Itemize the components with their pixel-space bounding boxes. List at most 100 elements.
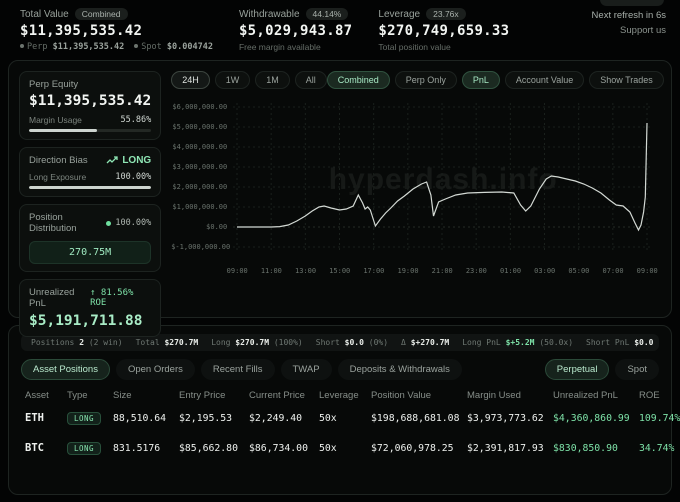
tab-twap[interactable]: TWAP: [280, 359, 332, 380]
tab-deposits-withdrawals[interactable]: Deposits & Withdrawals: [337, 359, 462, 380]
cell-margin-used: $3,973,773.62: [467, 412, 544, 424]
direction-bias-label: Direction Bias: [29, 155, 88, 166]
total-value-stat: Total Value Combined $11,395,535.42 Perp…: [20, 8, 213, 52]
summary-positions: Positions 2 (2 win): [31, 338, 123, 347]
cell-entry-price: $2,195.53: [179, 412, 233, 424]
perp-equity-card: Perp Equity $11,395,535.42 Margin Usage …: [19, 71, 162, 140]
perp-subvalue: Perp $11,395,535.42: [20, 42, 124, 52]
withdrawable-stat: Withdrawable 44.14% $5,029,943.87 Free m…: [239, 8, 352, 52]
chart-section: 24H 1W 1M All Combined Perp Only PnL Acc…: [171, 71, 664, 307]
combined-badge[interactable]: Combined: [74, 8, 128, 20]
topbar-partial-button[interactable]: [600, 0, 664, 6]
header-size: Size: [113, 390, 132, 401]
y-axis-label: $1,000,000.00: [172, 202, 228, 211]
cell-entry-price: $85,662.80: [179, 442, 238, 454]
cell-current-price: $86,734.00: [249, 442, 308, 454]
total-value-label: Total Value: [20, 8, 69, 20]
distribution-pct: 100.00%: [115, 218, 152, 228]
table-header-row: Asset Type Size Entry Price Current Pric…: [21, 390, 660, 403]
direction-bias-card: Direction Bias LONG Long Exposure 100.00…: [19, 147, 162, 197]
unrealized-pnl-card: Unrealized PnL ↑ 81.56% ROE $5,191,711.8…: [19, 279, 162, 337]
withdrawable-label: Withdrawable: [238, 8, 300, 20]
leverage-sub: Total position value: [378, 42, 451, 52]
x-axis-label: 03:00: [534, 267, 556, 275]
leverage-stat: Leverage 23.76x $270,749,659.33 Total po…: [378, 8, 509, 52]
cell-asset: BTC: [25, 442, 44, 454]
header-roe: ROE: [639, 390, 660, 401]
cell-current-price: $2,249.40: [249, 412, 303, 424]
show-trades-button[interactable]: Show Trades: [589, 71, 664, 89]
table-row-btc[interactable]: BTC LONG 831.5176 $85,662.80 $86,734.00 …: [21, 433, 674, 463]
mode-button-perp-only[interactable]: Perp Only: [394, 71, 457, 89]
support-us-link[interactable]: Support us: [592, 25, 666, 36]
x-axis-label: 05:00: [568, 267, 590, 275]
x-axis-label: 15:00: [329, 267, 351, 275]
direction-bias-value: LONG: [122, 155, 152, 166]
withdrawable-value: $5,029,943.87: [238, 23, 353, 39]
refresh-countdown: Next refresh in 6s: [591, 10, 666, 21]
summary-total: Total $270.7M: [135, 338, 199, 347]
cell-margin-used: $2,391,817.93: [467, 442, 544, 454]
perp-equity-label: Perp Equity: [29, 79, 79, 90]
positions-panel: Positions 2 (2 win) Total $270.7M Long $…: [8, 325, 680, 495]
x-axis-label: 17:00: [363, 267, 385, 275]
header-entry-price: Entry Price: [179, 390, 226, 401]
mode-button-combined[interactable]: Combined: [326, 71, 390, 89]
margin-usage-label: Margin Usage: [29, 115, 82, 125]
leverage-value: $270,749,659.33: [378, 23, 510, 39]
x-axis-label: 19:00: [397, 267, 419, 275]
y-axis-label: $4,000,000.00: [172, 142, 228, 151]
header-margin-used: Margin Used: [467, 390, 521, 401]
leverage-label: Leverage: [378, 8, 421, 20]
header-asset: Asset: [25, 390, 49, 401]
margin-usage-value: 55.86%: [120, 115, 152, 125]
hyperdash-dashboard: Total Value Combined $11,395,535.42 Perp…: [0, 0, 680, 502]
cell-leverage: 50x: [319, 442, 337, 454]
pnl-line-chart[interactable]: hyperdash.info $6,000,000.00 $5,000,000.0…: [171, 93, 664, 307]
tab-open-orders[interactable]: Open Orders: [115, 359, 195, 380]
position-distribution-card: Position Distribution 100.00% 270.75M: [19, 204, 162, 272]
header-position-value: Position Value: [371, 390, 432, 401]
long-badge: LONG: [67, 411, 102, 425]
market-button-perpetual[interactable]: Perpetual: [544, 359, 610, 380]
distribution-amount-box[interactable]: 270.75M: [29, 241, 152, 264]
x-axis-label: 07:00: [602, 267, 624, 275]
tab-asset-positions[interactable]: Asset Positions: [21, 359, 110, 380]
trend-up-icon: [106, 156, 118, 164]
header-current-price: Current Price: [249, 390, 305, 401]
long-badge: LONG: [67, 441, 102, 455]
header-leverage: Leverage: [319, 390, 359, 401]
chart-toolbar: 24H 1W 1M All Combined Perp Only PnL Acc…: [171, 71, 664, 89]
table-row-eth[interactable]: ETH LONG 88,510.64 $2,195.53 $2,249.40 5…: [21, 403, 680, 433]
cell-unrealized-pnl: $830,850.90: [553, 442, 618, 454]
header-type: Type: [67, 390, 88, 401]
perp-equity-value: $11,395,535.42: [29, 93, 152, 109]
leverage-badge: 23.76x: [426, 8, 466, 20]
spot-subvalue: Spot $0.004742: [134, 42, 213, 52]
long-exposure-label: Long Exposure: [29, 172, 87, 182]
range-button-all[interactable]: All: [294, 71, 327, 89]
positions-table: Asset Type Size Entry Price Current Pric…: [21, 390, 680, 463]
cell-position-value: $72,060,978.25: [371, 442, 454, 454]
cell-unrealized-pnl: $4,360,860.99: [553, 412, 630, 424]
stats-sidebar: Perp Equity $11,395,535.42 Margin Usage …: [19, 71, 162, 337]
header-unrealized-pnl: Unrealized PnL: [553, 390, 618, 401]
y-axis-label: $0.00: [206, 222, 228, 231]
range-button-24h[interactable]: 24H: [171, 71, 210, 89]
cell-asset: ETH: [25, 412, 44, 424]
range-button-1m[interactable]: 1M: [255, 71, 290, 89]
mode-button-account-value[interactable]: Account Value: [504, 71, 585, 89]
tab-recent-fills[interactable]: Recent Fills: [200, 359, 275, 380]
withdrawable-pct-badge: 44.14%: [305, 8, 349, 20]
summary-long-pnl: Long PnL $+5.2M (50.0x): [462, 338, 574, 347]
mode-button-pnl[interactable]: PnL: [461, 71, 500, 89]
range-button-1w[interactable]: 1W: [214, 71, 251, 89]
market-button-spot[interactable]: Spot: [615, 359, 659, 380]
y-axis-label: $2,000,000.00: [172, 182, 228, 191]
cell-size: 88,510.64: [113, 412, 167, 424]
y-axis-label: $3,000,000.00: [172, 162, 228, 171]
summary-delta: Δ $+270.7M: [401, 338, 450, 347]
total-value: $11,395,535.42: [20, 23, 143, 39]
chart-plot[interactable]: [233, 99, 654, 259]
x-axis-label: 23:00: [465, 267, 487, 275]
